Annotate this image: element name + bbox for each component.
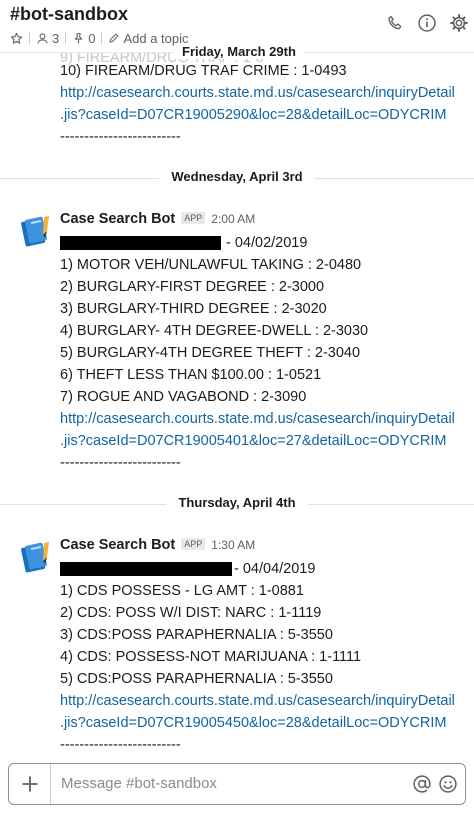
header-actions [384,12,470,34]
star-icon [10,32,23,44]
notebook-icon [21,216,49,247]
channel-meta: 3 0 Add a topic [10,30,189,46]
redaction-bar [60,236,221,250]
info-icon [418,14,436,32]
channel-header: #bot-sandbox 3 0 Add a topic Friday, Mar… [0,0,474,59]
case-link[interactable]: http://casesearch.courts.state.md.us/cas… [60,690,455,712]
case-date: - 04/02/2019 [226,235,308,251]
case-link-cont[interactable]: .jis?caseId=D07CR19005290&loc=28&detailL… [60,104,447,126]
member-count: 3 [52,30,60,46]
bot-avatar[interactable] [18,539,52,573]
list-item: 5) CDS:POSS PARAPHERNALIA : 5-3550 [60,671,333,687]
message-header: Case Search Bot APP 2:00 AM [60,211,255,227]
list-item: 7) ROGUE AND VAGABOND : 2-3090 [60,389,307,405]
call-button[interactable] [384,12,406,34]
list-item: 1) CDS POSSESS - LG AMT : 1-0881 [60,583,304,599]
redacted-name-row: - 04/02/2019 [60,232,307,254]
list-item: 1) MOTOR VEH/UNLAWFUL TAKING : 2-0480 [60,257,362,273]
list-item: 4) CDS: POSSESS-NOT MARIJUANA : 1-1111 [60,649,362,665]
message-composer: Message #bot-sandbox [8,763,466,805]
mention-button[interactable] [411,773,433,795]
redaction-bar [60,562,232,576]
list-item: 3) BURGLARY-THIRD DEGREE : 2-3020 [60,301,327,317]
message-header: Case Search Bot APP 1:30 AM [60,537,255,553]
emoji-icon [439,775,457,793]
list-item: 2) CDS: POSS W/I DIST: NARC : 1-1119 [60,605,322,621]
list-item: 6) THEFT LESS THAN $100.00 : 1-0521 [60,367,322,383]
at-icon [413,775,431,793]
emoji-button[interactable] [437,773,459,795]
message-input[interactable]: Message #bot-sandbox [61,775,217,792]
list-item: 10) FIREARM/DRUG TRAF CRIME : 1-0493 [60,63,347,79]
list-item: 4) BURGLARY- 4TH DEGREE-DWELL : 2-3030 [60,323,369,339]
settings-button[interactable] [448,12,470,34]
sender-name[interactable]: Case Search Bot [60,211,175,227]
message-feed[interactable]: 9) FIREARM/DRUG TRAF : 1-0 10) FIREARM/D… [0,53,474,757]
meta-separator [29,32,30,44]
phone-icon [388,15,402,30]
list-item: 2) BURGLARY-FIRST DEGREE : 2-3000 [60,279,325,295]
day-divider-label: Wednesday, April 3rd [159,169,315,184]
details-button[interactable] [416,12,438,34]
meta-separator [101,32,103,44]
timestamp[interactable]: 2:00 AM [211,212,255,226]
case-link-cont[interactable]: .jis?caseId=D07CR19005401&loc=27&detailL… [60,430,455,452]
pin-count: 0 [88,30,96,46]
day-divider: Wednesday, April 3rd [0,168,474,188]
day-divider-label: Thursday, April 4th [166,495,308,510]
separator-dashes: ------------------------- [60,129,181,145]
bot-avatar[interactable] [18,213,52,247]
person-icon [37,32,48,44]
pins-button[interactable]: 0 [72,31,95,46]
case-link-cont[interactable]: .jis?caseId=D07CR19005450&loc=28&detailL… [60,712,455,734]
members-button[interactable]: 3 [36,31,59,46]
case-date: - 04/04/2019 [234,561,316,577]
separator-dashes: ------------------------- [60,455,181,471]
pencil-icon [109,33,119,43]
app-badge: APP [181,538,206,550]
star-button[interactable] [10,32,23,45]
pin-icon [74,32,83,43]
day-divider: Thursday, April 4th [0,494,474,514]
case-link[interactable]: http://casesearch.courts.state.md.us/cas… [60,408,455,430]
plus-icon [21,776,38,792]
list-item: 3) CDS:POSS PARAPHERNALIA : 5-3550 [60,627,333,643]
gear-icon [450,14,468,32]
sender-name[interactable]: Case Search Bot [60,537,175,553]
app-badge: APP [181,212,206,224]
channel-name[interactable]: #bot-sandbox [10,4,128,25]
separator-dashes: ------------------------- [60,737,181,753]
charge-list: 1) CDS POSSESS - LG AMT : 1-0881 2) CDS:… [60,580,455,753]
notebook-icon [21,542,49,573]
list-item: 5) BURGLARY-4TH DEGREE THEFT : 2-3040 [60,345,361,361]
timestamp[interactable]: 1:30 AM [211,538,255,552]
redacted-name-row: - 04/04/2019 [60,558,315,580]
charge-list: 1) MOTOR VEH/UNLAWFUL TAKING : 2-0480 2)… [60,254,455,471]
case-link[interactable]: http://casesearch.courts.state.md.us/cas… [60,82,455,104]
meta-separator [65,32,67,44]
add-attachment-button[interactable] [9,764,51,804]
sticky-date-divider: Friday, March 29th [174,44,304,59]
